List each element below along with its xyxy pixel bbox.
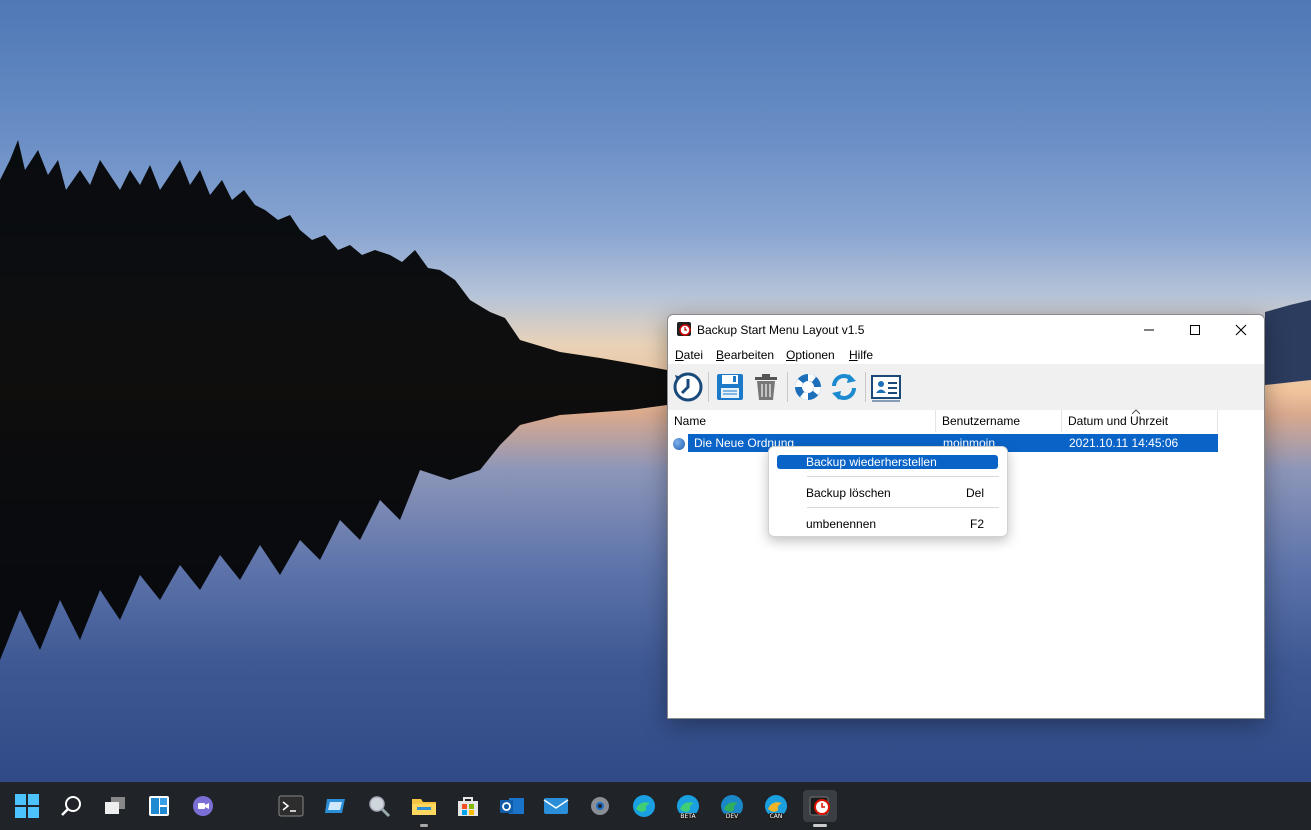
store-button[interactable] xyxy=(452,790,484,822)
terminal-icon xyxy=(278,795,304,817)
menu-optionen[interactable]: Optionen xyxy=(786,348,835,362)
maximize-button[interactable] xyxy=(1172,315,1218,345)
menu-hilfe[interactable]: Hilfe xyxy=(849,348,873,362)
edge-canary-button[interactable]: CAN xyxy=(760,790,792,822)
edge-icon xyxy=(633,795,655,817)
ctx-separator xyxy=(807,476,999,477)
ctx-delete-shortcut: Del xyxy=(965,486,984,500)
edge-beta-button[interactable]: BETA xyxy=(672,790,704,822)
save-icon xyxy=(717,374,743,400)
backup-app-icon xyxy=(809,796,830,816)
delete-button[interactable] xyxy=(749,370,783,404)
maximize-icon xyxy=(1190,325,1200,335)
menu-optionen-rest: ptionen xyxy=(795,348,835,362)
search-icon xyxy=(61,796,81,816)
ctx-rename-shortcut: F2 xyxy=(969,517,984,531)
active-indicator xyxy=(420,824,428,827)
edge-canary-badge: CAN xyxy=(768,813,784,820)
refresh-button[interactable] xyxy=(827,370,861,404)
close-icon xyxy=(1235,324,1247,336)
lifebuoy-icon xyxy=(795,374,821,400)
chat-button[interactable] xyxy=(187,790,219,822)
menu-datei-rest: atei xyxy=(683,348,704,362)
edge-beta-badge: BETA xyxy=(679,813,697,820)
close-button[interactable] xyxy=(1218,315,1264,345)
column-header-datetime-label: Datum und Uhrzeit xyxy=(1068,414,1169,428)
magnifier-icon xyxy=(369,796,391,818)
toolbar-separator xyxy=(708,372,709,402)
title-bar[interactable]: Backup Start Menu Layout v1.5 xyxy=(668,315,1264,345)
backup-app-icon xyxy=(677,322,691,336)
start-button[interactable] xyxy=(11,790,43,822)
toolbar-separator xyxy=(787,372,788,402)
help-button[interactable] xyxy=(791,370,825,404)
menu-datei[interactable]: Datei xyxy=(675,348,703,362)
user-info-button[interactable] xyxy=(869,370,903,404)
backup-clock-icon xyxy=(673,372,703,402)
ctx-restore-backup[interactable]: Backup wiederherstellen xyxy=(777,455,998,469)
contact-card-icon xyxy=(871,375,901,402)
settings-button[interactable] xyxy=(584,790,616,822)
trash-icon xyxy=(755,374,777,400)
edge-dev-button[interactable]: DEV xyxy=(716,790,748,822)
magnifier-button[interactable] xyxy=(363,790,395,822)
row-icon xyxy=(673,438,685,450)
ctx-separator xyxy=(807,507,999,508)
column-header-user[interactable]: Benutzername xyxy=(936,410,1062,432)
active-indicator xyxy=(813,824,827,827)
column-header-datetime[interactable]: Datum und Uhrzeit xyxy=(1062,409,1218,432)
backup-button[interactable] xyxy=(671,370,705,404)
ctx-delete-label: Backup löschen xyxy=(806,486,891,500)
taskbar: BETA DEV CAN xyxy=(0,782,1311,830)
widgets-button[interactable] xyxy=(143,790,175,822)
backup-app-taskbar-button[interactable] xyxy=(803,790,837,827)
task-view-button[interactable] xyxy=(99,790,131,822)
remote-icon xyxy=(325,799,345,813)
outlook-icon xyxy=(500,798,524,814)
edge-dev-badge: DEV xyxy=(724,813,740,820)
terminal-button[interactable] xyxy=(275,790,307,822)
minimize-icon xyxy=(1144,329,1154,331)
toolbar xyxy=(668,364,1264,410)
file-explorer-button[interactable] xyxy=(408,790,440,827)
refresh-icon xyxy=(832,374,856,400)
column-header-name[interactable]: Name xyxy=(668,410,936,432)
outlook-button[interactable] xyxy=(496,790,528,822)
file-explorer-icon xyxy=(412,799,436,815)
edge-button[interactable] xyxy=(628,790,660,822)
context-menu: Backup wiederherstellen Backup löschen D… xyxy=(768,446,1008,537)
menu-hilfe-rest: ilfe xyxy=(857,348,874,362)
remote-desktop-button[interactable] xyxy=(319,790,351,822)
task-view-icon xyxy=(105,797,125,814)
ctx-restore-label: Backup wiederherstellen xyxy=(806,455,937,469)
settings-icon xyxy=(591,797,609,815)
window-title: Backup Start Menu Layout v1.5 xyxy=(697,323,865,337)
menu-bearbeiten-rest: earbeiten xyxy=(724,348,775,362)
sort-ascending-icon xyxy=(1132,409,1140,414)
search-button[interactable] xyxy=(55,790,87,822)
widgets-icon xyxy=(149,796,169,816)
start-icon xyxy=(15,794,39,818)
chat-icon xyxy=(193,796,213,816)
ctx-rename[interactable]: umbenennen F2 xyxy=(777,517,998,531)
mail-icon xyxy=(543,798,569,814)
ctx-delete-backup[interactable]: Backup löschen Del xyxy=(777,486,998,500)
menu-bearbeiten[interactable]: Bearbeiten xyxy=(716,348,774,362)
save-button[interactable] xyxy=(713,370,747,404)
toolbar-separator xyxy=(865,372,866,402)
row-datetime: 2021.10.11 14:45:06 xyxy=(1069,436,1179,450)
mail-button[interactable] xyxy=(540,790,572,822)
menu-bar: Datei Bearbeiten Optionen Hilfe xyxy=(668,345,1264,365)
store-icon xyxy=(458,797,478,816)
ctx-rename-label: umbenennen xyxy=(806,517,877,531)
minimize-button[interactable] xyxy=(1126,315,1172,345)
